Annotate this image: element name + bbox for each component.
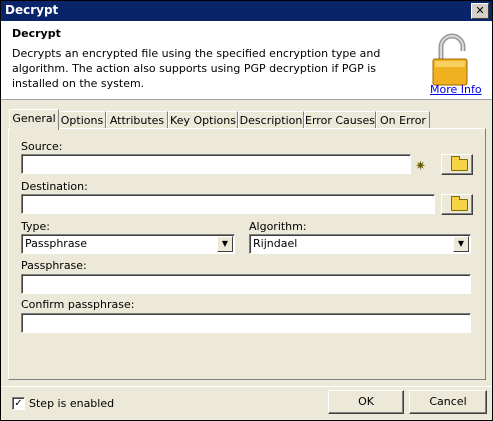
confirm-passphrase-label: Confirm passphrase: [21,298,135,311]
algorithm-label: Algorithm: [249,220,307,233]
type-select[interactable]: Passphrase ▼ [21,234,235,254]
action-description: Decrypts an encrypted file using the spe… [12,47,381,90]
algorithm-value: Rijndael [253,237,298,250]
ok-button[interactable]: OK [328,390,404,414]
source-field[interactable] [21,154,411,174]
passphrase-label: Passphrase: [21,259,87,272]
folder-icon [451,156,468,171]
source-label: Source: [21,140,63,153]
cancel-button[interactable]: Cancel [409,390,487,414]
close-button[interactable]: ✕ [471,3,489,19]
type-label: Type: [21,220,50,233]
tab-general[interactable]: General [9,109,59,130]
tab-error-causes[interactable]: Error Causes [304,111,376,129]
chevron-down-icon[interactable]: ▼ [453,236,469,252]
variable-wizard-icon[interactable]: ✷ [415,159,426,174]
tab-on-error[interactable]: On Error [376,111,430,129]
window-title: Decrypt [5,3,59,17]
title-bar[interactable]: Decrypt ✕ [1,1,492,21]
close-icon: ✕ [475,4,485,17]
action-title: Decrypt [12,27,61,40]
step-enabled-label: Step is enabled [29,397,115,410]
folder-icon [451,196,468,211]
destination-label: Destination: [21,180,88,193]
tab-attributes[interactable]: Attributes [106,111,168,129]
algorithm-select[interactable]: Rijndael ▼ [249,234,471,254]
tab-options[interactable]: Options [58,111,106,129]
destination-browse-button[interactable] [441,194,473,215]
step-enabled-checkbox[interactable]: ✓ [12,397,25,410]
checkmark-icon: ✓ [14,398,23,409]
tab-key-options[interactable]: Key Options [168,111,238,129]
confirm-passphrase-field[interactable] [21,313,471,333]
decrypt-dialog: Decrypt ✕ Decrypt Decrypts an encrypted … [0,0,493,421]
footer-separator [1,386,492,387]
type-value: Passphrase [25,237,88,250]
chevron-down-icon[interactable]: ▼ [217,236,233,252]
tab-description[interactable]: Description [238,111,304,129]
source-browse-button[interactable] [441,154,473,175]
passphrase-field[interactable] [21,274,471,294]
destination-field[interactable] [21,194,435,214]
header-panel: Decrypt Decrypts an encrypted file using… [1,21,492,100]
more-info-link[interactable]: More Info [430,83,482,96]
